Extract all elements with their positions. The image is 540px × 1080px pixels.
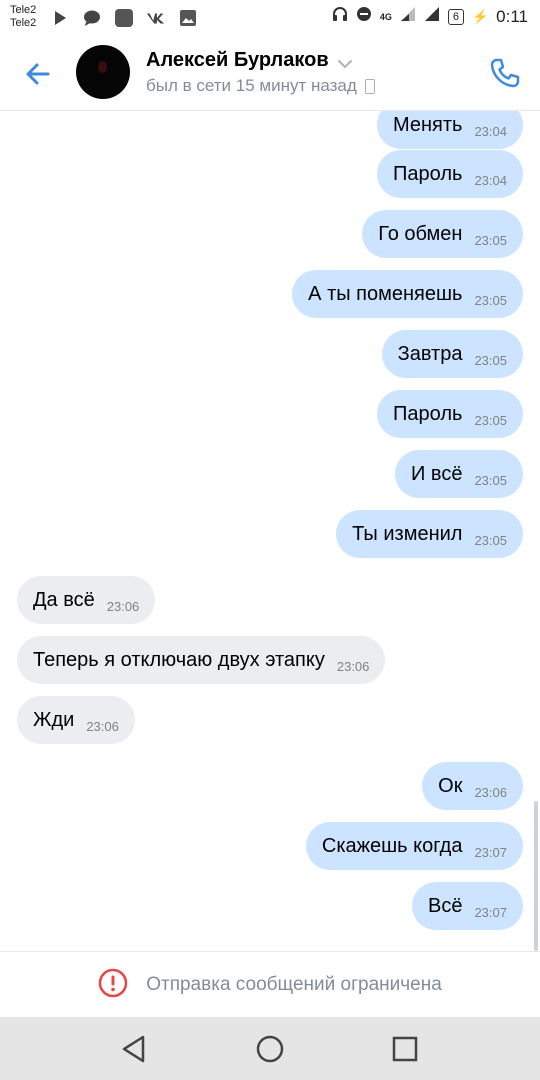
- outgoing-message-bubble[interactable]: Пароль 23:04: [377, 150, 523, 198]
- recents-square-icon[interactable]: [389, 1033, 421, 1065]
- phone-call-icon[interactable]: [488, 56, 522, 90]
- message-text: Теперь я отключаю двух этапку: [33, 648, 325, 671]
- chevron-down-icon: [337, 56, 353, 68]
- message-text: Ок: [438, 774, 463, 797]
- play-icon: [50, 8, 70, 28]
- outgoing-message-bubble[interactable]: А ты поменяешь 23:05: [292, 270, 523, 318]
- incoming-message-bubble[interactable]: Теперь я отключаю двух этапку 23:06: [17, 636, 386, 684]
- incoming-message-bubble[interactable]: Да всё 23:06: [17, 576, 156, 624]
- message-text: Всё: [427, 894, 463, 917]
- network-label: 4G: [379, 11, 392, 22]
- outgoing-message-bubble[interactable]: И всё 23:05: [394, 450, 523, 498]
- contact-title-row[interactable]: Алексей Бурлаков: [146, 49, 353, 72]
- battery-icon: 6: [447, 8, 464, 25]
- message-time: 23:06: [336, 658, 370, 674]
- signal-icon-1: [400, 6, 416, 27]
- scrollbar[interactable]: [534, 801, 538, 951]
- outgoing-message-bubble[interactable]: Го обмен 23:05: [362, 210, 523, 258]
- message-time: 23:05: [474, 472, 507, 488]
- message-text: И всё: [410, 462, 463, 485]
- restriction-text: Отправка сообщений ограничена: [146, 974, 442, 995]
- message-text: Го обмен: [378, 222, 463, 245]
- message-time: 23:04: [474, 172, 507, 188]
- back-arrow-icon[interactable]: [22, 58, 54, 90]
- clock: 0:11: [496, 6, 528, 26]
- message-time: 23:04: [474, 123, 507, 139]
- mobile-device-icon: [364, 78, 375, 94]
- message-text: А ты поменяешь: [308, 282, 463, 305]
- back-triangle-icon[interactable]: [119, 1033, 151, 1065]
- message-text: Ты изменил: [352, 522, 463, 545]
- status-bar: Tele2 Tele2 4G 6 ⚡ 0:11: [0, 0, 540, 38]
- carrier-2: Tele2: [10, 17, 37, 29]
- outgoing-message-bubble[interactable]: Ты изменил 23:05: [336, 510, 523, 558]
- message-time: 23:05: [474, 292, 507, 308]
- message-text: Пароль: [393, 402, 463, 425]
- dnd-icon: [356, 6, 372, 27]
- message-time: 23:07: [474, 844, 507, 860]
- incoming-message-bubble[interactable]: Жди 23:06: [17, 696, 135, 744]
- outgoing-message-bubble[interactable]: Ок 23:06: [422, 762, 523, 810]
- status-right: 4G 6 ⚡ 0:11: [332, 6, 528, 27]
- message-text: Жди: [33, 708, 75, 731]
- messaging-restricted-bar: Отправка сообщений ограничена: [0, 951, 540, 1018]
- message-time: 23:05: [474, 412, 507, 428]
- message-time: 23:06: [86, 718, 119, 734]
- chat-icon: [82, 8, 102, 28]
- outgoing-message-bubble[interactable]: Пароль 23:05: [377, 390, 523, 438]
- chat-header: Алексей Бурлаков был в сети 15 минут наз…: [0, 38, 540, 111]
- outgoing-message-bubble[interactable]: Завтра 23:05: [381, 330, 523, 378]
- last-seen-status: был в сети 15 минут назад: [146, 76, 357, 95]
- carrier-labels: Tele2 Tele2: [10, 4, 36, 30]
- app-icon: [114, 8, 134, 28]
- outgoing-message-bubble[interactable]: Всё 23:07: [411, 882, 523, 930]
- system-navigation-bar: [0, 1017, 540, 1080]
- warning-icon: [98, 968, 128, 1003]
- message-time: 23:07: [474, 904, 507, 920]
- carrier-1: Tele2: [10, 4, 37, 16]
- message-time: 23:05: [474, 232, 507, 248]
- outgoing-message-bubble[interactable]: Скажешь когда 23:07: [305, 822, 523, 870]
- message-time: 23:05: [474, 532, 507, 548]
- message-text: Пароль: [393, 162, 463, 185]
- message-time: 23:06: [474, 784, 507, 800]
- message-list[interactable]: Менять 23:04 Пароль 23:04 Го обмен 23:05 А ты …: [0, 111, 540, 951]
- message-text: Да всё: [33, 588, 95, 611]
- message-text: Скажешь когда: [321, 834, 463, 857]
- outgoing-message-bubble[interactable]: Менять 23:04: [376, 111, 523, 149]
- message-text: Менять: [392, 113, 463, 136]
- contact-name: Алексей Бурлаков: [146, 49, 329, 71]
- headphones-icon: [332, 6, 348, 27]
- contact-status-row: был в сети 15 минут назад: [146, 76, 375, 96]
- image-icon: [178, 8, 198, 28]
- signal-icon-2: [424, 6, 440, 27]
- message-time: 23:05: [474, 352, 507, 368]
- home-circle-icon[interactable]: [254, 1033, 286, 1065]
- message-text: Завтра: [397, 342, 463, 365]
- vk-icon: [146, 8, 166, 28]
- charging-icon: ⚡: [471, 8, 489, 24]
- message-time: 23:06: [106, 598, 140, 614]
- avatar[interactable]: [76, 45, 130, 99]
- notification-icons: [50, 8, 198, 28]
